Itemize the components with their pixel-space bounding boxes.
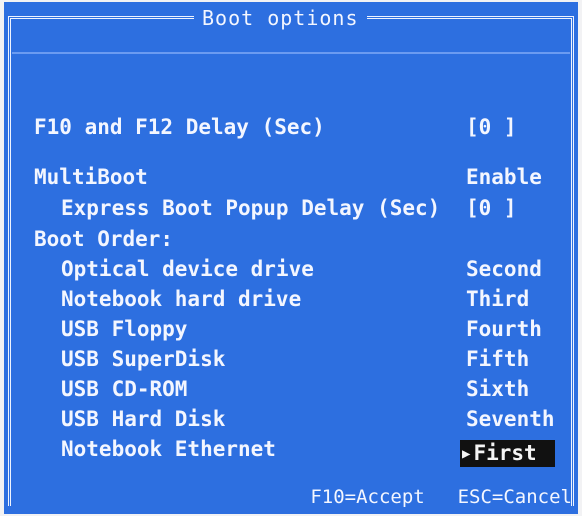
multiboot-label: MultiBoot (34, 165, 148, 189)
boot-order-heading-row: Boot Order: (4, 229, 578, 257)
cancel-hint[interactable]: ESC=Cancel (458, 486, 572, 508)
boot-order-item[interactable]: USB Hard Disk Seventh (4, 409, 578, 437)
boot-order-value[interactable]: Fourth (466, 319, 542, 340)
boot-order-item[interactable]: Optical device drive Second (4, 259, 578, 287)
bios-screen: Boot options F10 and F12 Delay (Sec) [0 … (0, 0, 582, 516)
delay-value[interactable]: [0 ] (466, 117, 517, 138)
express-delay-label: Express Boot Popup Delay (Sec) (61, 196, 441, 220)
delay-row[interactable]: F10 and F12 Delay (Sec) [0 ] (4, 117, 578, 145)
boot-order-label: USB CD-ROM (61, 377, 188, 401)
delay-label: F10 and F12 Delay (Sec) (34, 115, 325, 139)
boot-order-label: USB Floppy (61, 317, 188, 341)
boot-order-value[interactable]: Fifth (466, 349, 529, 370)
boot-order-value[interactable]: Second (466, 259, 542, 280)
boot-order-item[interactable]: Notebook hard drive Third (4, 289, 578, 317)
selected-boot-order-value[interactable]: ▶ First (460, 440, 555, 467)
boot-order-value[interactable]: Sixth (466, 379, 529, 400)
boot-order-item[interactable]: USB Floppy Fourth (4, 319, 578, 347)
boot-order-item-selected[interactable]: Notebook Ethernet ▶ First (4, 439, 578, 467)
page-title: Boot options (194, 8, 367, 32)
boot-order-item[interactable]: USB CD-ROM Sixth (4, 379, 578, 407)
express-delay-row[interactable]: Express Boot Popup Delay (Sec) [0 ] (4, 198, 578, 226)
footer-hints: F10=Accept ESC=Cancel (310, 488, 572, 507)
boot-order-label: Notebook Ethernet (61, 437, 276, 461)
boot-order-label: USB SuperDisk (61, 347, 226, 371)
header-separator (12, 52, 570, 54)
boot-order-label: USB Hard Disk (61, 407, 226, 431)
express-delay-value[interactable]: [0 ] (466, 198, 517, 219)
boot-order-item[interactable]: USB SuperDisk Fifth (4, 349, 578, 377)
boot-order-heading: Boot Order: (34, 227, 174, 251)
bios-panel: Boot options F10 and F12 Delay (Sec) [0 … (4, 2, 578, 514)
boot-order-value[interactable]: First (473, 443, 536, 464)
multiboot-value[interactable]: Enable (466, 167, 542, 188)
boot-order-value[interactable]: Seventh (466, 409, 555, 430)
boot-order-label: Optical device drive (61, 257, 314, 281)
accept-hint[interactable]: F10=Accept (310, 486, 424, 508)
boot-order-label: Notebook hard drive (61, 287, 302, 311)
boot-order-value[interactable]: Third (466, 289, 529, 310)
multiboot-row[interactable]: MultiBoot Enable (4, 167, 578, 195)
right-triangle-icon: ▶ (462, 445, 471, 462)
